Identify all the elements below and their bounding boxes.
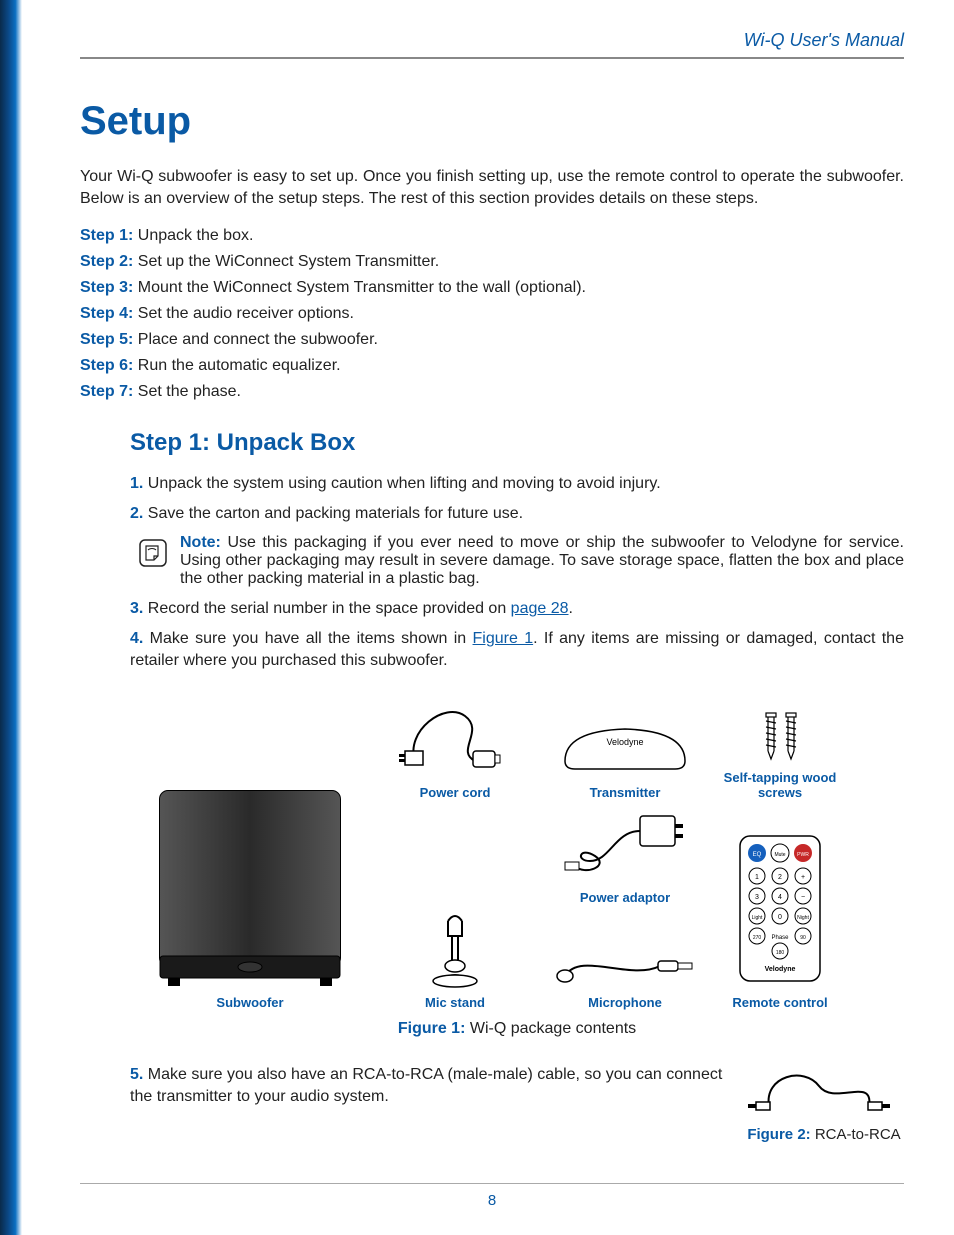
mic-stand-illustration: Mic stand — [420, 911, 490, 1010]
step-row: Step 4: Set the audio receiver options. — [80, 305, 904, 323]
remote-label: Remote control — [732, 995, 827, 1010]
ordered-list: 1. Unpack the system using caution when … — [130, 473, 904, 671]
microphone-label: Microphone — [588, 995, 662, 1010]
step-text: Mount the WiConnect System Transmitter t… — [138, 279, 586, 296]
svg-text:PWR: PWR — [797, 852, 809, 858]
step-text: Unpack the box. — [138, 227, 254, 244]
item-pre: Record the serial number in the space pr… — [148, 600, 511, 617]
transmitter-brand: Velodyne — [606, 737, 643, 747]
screws-illustration: Self-tapping wood screws — [720, 711, 840, 800]
figure-2: Figure 2: RCA-to-RCA — [744, 1056, 904, 1143]
figure-1: Subwoofer Power cord Velodyne Transmitte… — [130, 691, 904, 1010]
item-text: Make sure you also have an RCA-to-RCA (m… — [130, 1066, 722, 1105]
svg-text:180: 180 — [776, 950, 785, 956]
page-number: 8 — [80, 1192, 904, 1209]
note-body: Use this packaging if you ever need to m… — [180, 534, 904, 587]
svg-text:0: 0 — [778, 914, 782, 921]
svg-text:−: − — [801, 894, 805, 901]
svg-text:90: 90 — [800, 935, 806, 941]
note-block: Note: Use this packaging if you ever nee… — [136, 534, 904, 588]
svg-text:Mute: Mute — [774, 852, 785, 858]
power-cord-label: Power cord — [420, 785, 491, 800]
list-item-5-row: 5. Make sure you also have an RCA-to-RCA… — [130, 1056, 904, 1143]
list-item: 3. Record the serial number in the space… — [130, 598, 904, 620]
step-label: Step 4: — [80, 305, 133, 322]
figure-caption-label: Figure 2: — [747, 1126, 810, 1143]
step-row: Step 5: Place and connect the subwoofer. — [80, 331, 904, 349]
step-row: Step 3: Mount the WiConnect System Trans… — [80, 279, 904, 297]
step-row: Step 7: Set the phase. — [80, 383, 904, 401]
page-content: Wi-Q User's Manual Setup Your Wi-Q subwo… — [80, 30, 904, 1205]
subwoofer-label: Subwoofer — [216, 995, 283, 1010]
transmitter-illustration: Velodyne Transmitter — [555, 711, 695, 800]
svg-text:Velodyne: Velodyne — [765, 966, 796, 973]
footer-rule — [80, 1183, 904, 1184]
item-number: 4. — [130, 630, 143, 647]
figure-2-caption: Figure 2: RCA-to-RCA — [744, 1126, 904, 1143]
page-link[interactable]: page 28 — [511, 600, 569, 617]
step-overview-list: Step 1: Unpack the box. Step 2: Set up t… — [80, 227, 904, 401]
step-text: Set the phase. — [138, 383, 241, 400]
manual-title: Wi-Q User's Manual — [80, 30, 904, 57]
list-item: 1. Unpack the system using caution when … — [130, 473, 904, 495]
figure-link[interactable]: Figure 1 — [473, 630, 534, 647]
subwoofer-illustration: Subwoofer — [150, 781, 350, 1010]
step-text: Set the audio receiver options. — [138, 305, 354, 322]
svg-text:3: 3 — [755, 894, 759, 901]
item-number: 5. — [130, 1066, 143, 1083]
section-heading: Step 1: Unpack Box — [130, 429, 904, 457]
microphone-illustration: Microphone — [550, 941, 700, 1010]
item-text: Unpack the system using caution when lif… — [148, 475, 661, 492]
note-icon — [136, 536, 170, 570]
step-label: Step 5: — [80, 331, 133, 348]
svg-text:4: 4 — [778, 894, 782, 901]
figure-caption-label: Figure 1: — [398, 1020, 466, 1037]
step-label: Step 1: — [80, 227, 133, 244]
screws-label: Self-tapping wood screws — [720, 770, 840, 800]
step-label: Step 7: — [80, 383, 133, 400]
svg-text:2: 2 — [778, 874, 782, 881]
svg-text:Night: Night — [797, 915, 809, 921]
intro-paragraph: Your Wi-Q subwoofer is easy to set up. O… — [80, 166, 904, 209]
item-number: 3. — [130, 600, 143, 617]
page-gradient-edge — [0, 0, 22, 1235]
svg-text:270: 270 — [753, 935, 762, 941]
svg-text:EQ: EQ — [753, 852, 762, 858]
step-row: Step 6: Run the automatic equalizer. — [80, 357, 904, 375]
transmitter-label: Transmitter — [590, 785, 661, 800]
remote-illustration: EQ Mute PWR 1 2 + 3 4 − Light 0 Night 27… — [732, 831, 827, 1010]
note-text: Note: Use this packaging if you ever nee… — [180, 534, 904, 588]
step-row: Step 1: Unpack the box. — [80, 227, 904, 245]
step-label: Step 3: — [80, 279, 133, 296]
item-number: 1. — [130, 475, 143, 492]
svg-text:Light: Light — [752, 915, 763, 921]
svg-text:+: + — [801, 874, 805, 881]
item-pre: Make sure you have all the items shown i… — [150, 630, 473, 647]
step-label: Step 6: — [80, 357, 133, 374]
item-text: Save the carton and packing materials fo… — [148, 505, 523, 522]
power-adaptor-illustration: Power adaptor — [555, 806, 695, 905]
figure-caption-text: RCA-to-RCA — [815, 1126, 901, 1143]
step-row: Step 2: Set up the WiConnect System Tran… — [80, 253, 904, 271]
step-label: Step 2: — [80, 253, 133, 270]
step-text: Set up the WiConnect System Transmitter. — [138, 253, 439, 270]
item-number: 2. — [130, 505, 143, 522]
step-text: Run the automatic equalizer. — [138, 357, 341, 374]
step-text: Place and connect the subwoofer. — [138, 331, 378, 348]
note-label: Note: — [180, 534, 221, 551]
power-cord-illustration: Power cord — [395, 691, 515, 800]
list-item: 5. Make sure you also have an RCA-to-RCA… — [130, 1064, 734, 1107]
figure-1-caption: Figure 1: Wi-Q package contents — [130, 1020, 904, 1038]
power-adaptor-label: Power adaptor — [580, 890, 670, 905]
svg-text:1: 1 — [755, 874, 759, 881]
figure-caption-text: Wi-Q package contents — [470, 1020, 636, 1037]
item-post: . — [569, 600, 573, 617]
page-title: Setup — [80, 99, 904, 144]
mic-stand-label: Mic stand — [425, 995, 485, 1010]
header-rule — [80, 57, 904, 59]
list-item: 4. Make sure you have all the items show… — [130, 628, 904, 671]
list-item: 2. Save the carton and packing materials… — [130, 503, 904, 525]
svg-text:Phase: Phase — [771, 935, 789, 941]
